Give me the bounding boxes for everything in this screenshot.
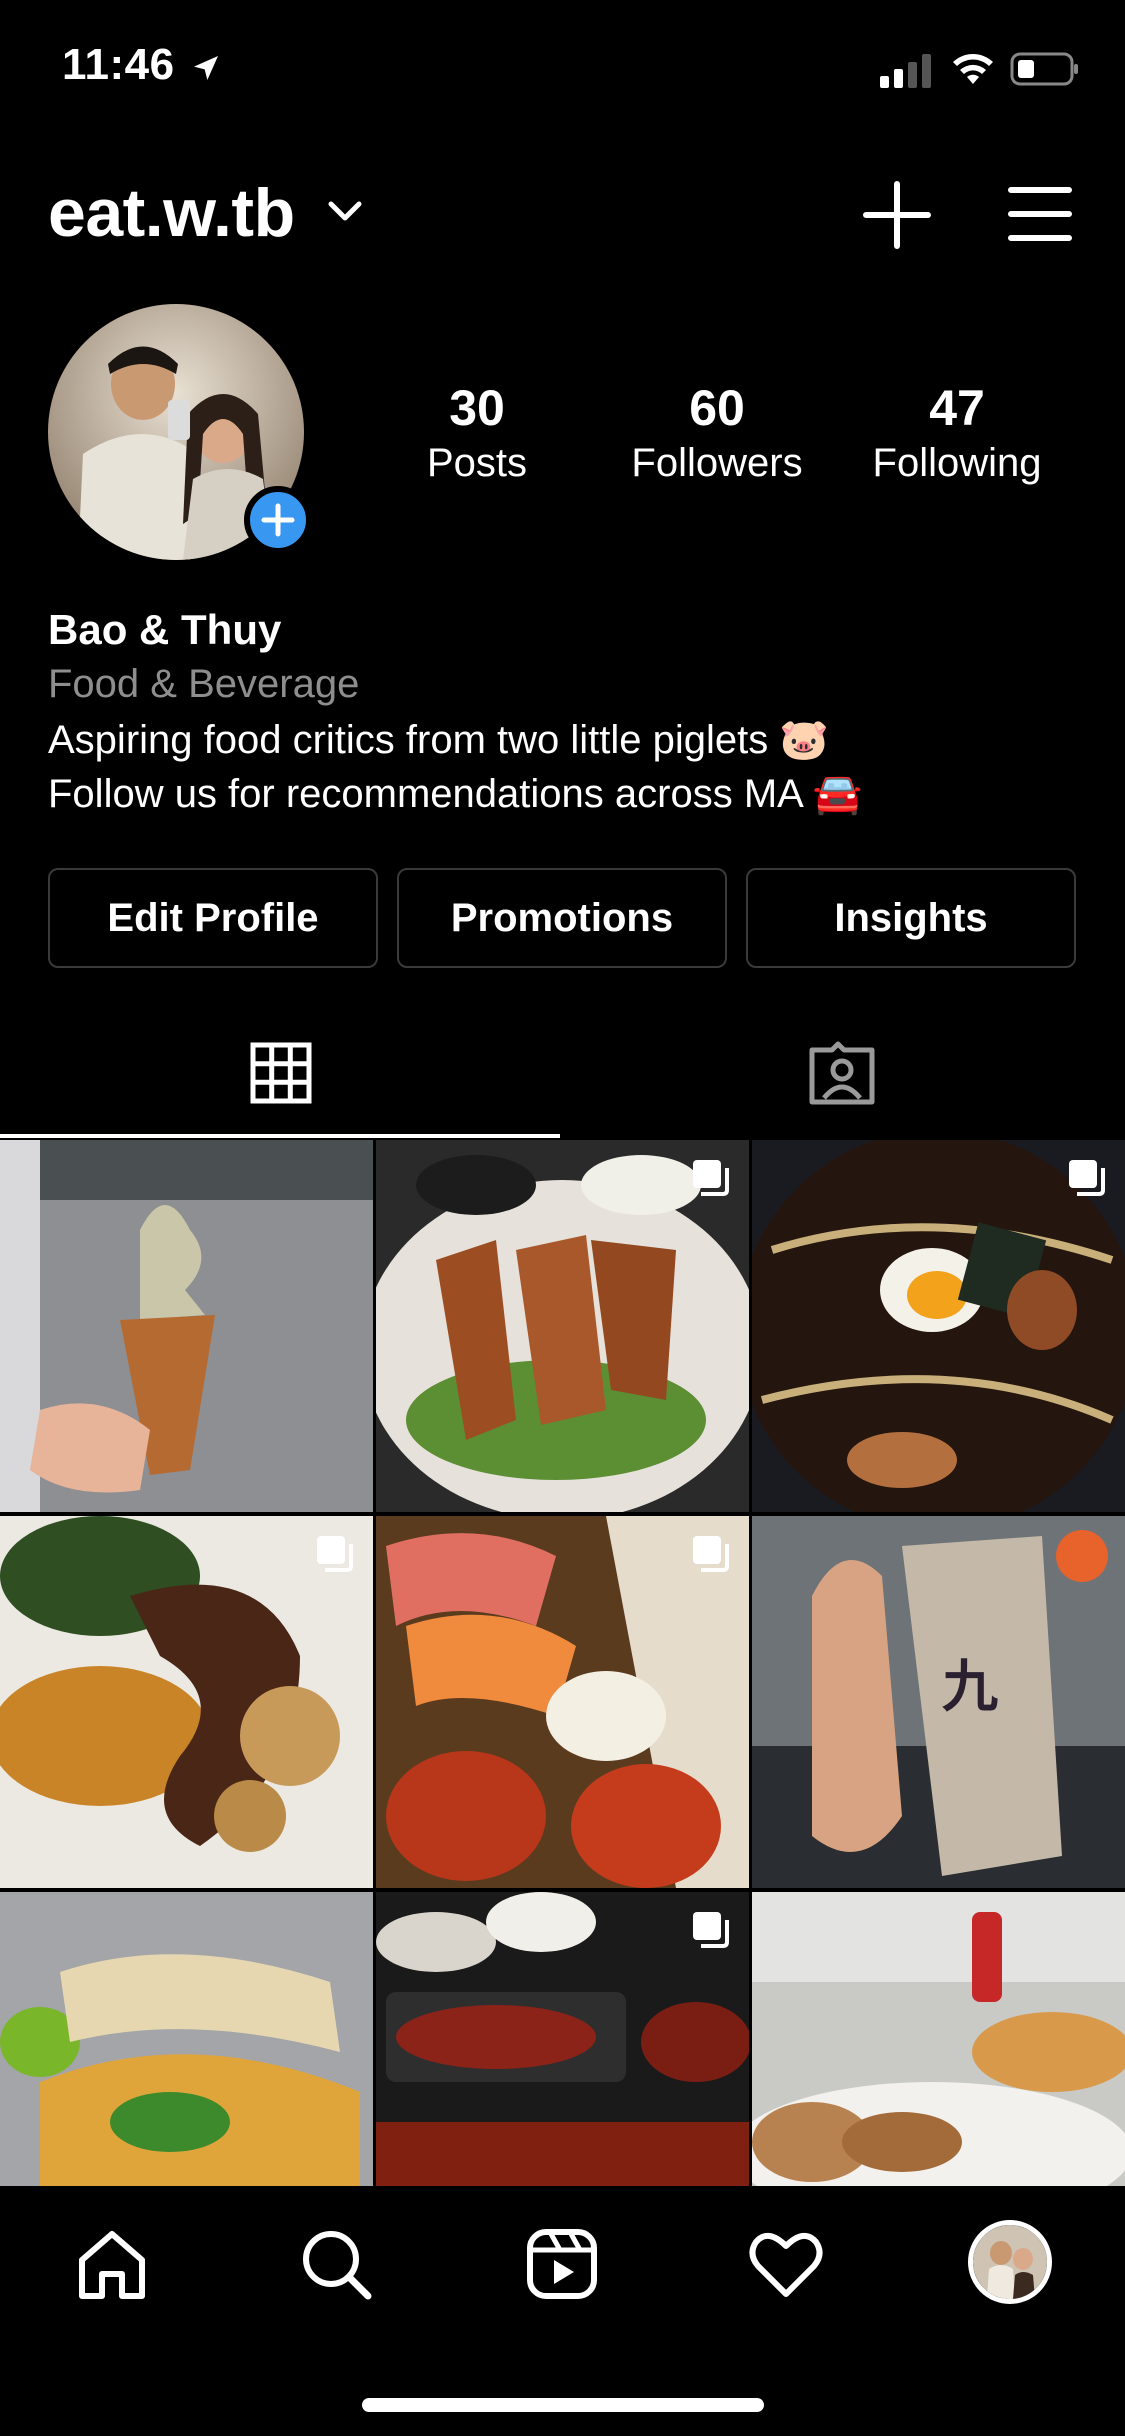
stat-value: 47 [929, 380, 985, 436]
chevron-down-icon[interactable] [328, 200, 362, 222]
grid-icon [250, 1042, 312, 1104]
insights-button[interactable]: Insights [746, 868, 1076, 968]
grid-post[interactable] [0, 1516, 373, 1888]
profile-category: Food & Beverage [48, 662, 360, 706]
multiple-photos-icon [317, 1536, 353, 1572]
add-story-button[interactable] [244, 486, 312, 554]
tagged-icon [809, 1041, 875, 1105]
reels-icon[interactable] [524, 2226, 600, 2302]
stat-posts[interactable]: 30 Posts [367, 378, 587, 488]
stat-value: 30 [449, 380, 505, 436]
multiple-photos-icon [693, 1536, 729, 1572]
grid-post[interactable] [376, 1140, 749, 1512]
grid-post[interactable] [376, 1516, 749, 1888]
battery-icon [1010, 52, 1078, 86]
multiple-photos-icon [693, 1912, 729, 1948]
location-arrow-icon [194, 56, 218, 80]
status-time: 11:46 [62, 40, 175, 89]
grid-post[interactable] [752, 1892, 1125, 2186]
menu-icon[interactable] [1008, 185, 1072, 243]
stat-label: Posts [426, 441, 528, 485]
signal-icon [880, 54, 931, 88]
tab-tagged[interactable] [562, 1020, 1125, 1140]
grid-post[interactable] [752, 1140, 1125, 1512]
profile-tab-avatar[interactable] [968, 2220, 1052, 2304]
promotions-button[interactable]: Promotions [397, 868, 727, 968]
grid-post[interactable]: 九 [752, 1516, 1125, 1888]
grid-post[interactable] [0, 1140, 373, 1512]
stat-label: Following [872, 441, 1042, 485]
account-username[interactable]: eat.w.tb [48, 174, 295, 252]
edit-profile-button[interactable]: Edit Profile [48, 868, 378, 968]
multiple-photos-icon [1069, 1160, 1105, 1196]
grid-post[interactable] [376, 1892, 749, 2186]
multiple-photos-icon [693, 1160, 729, 1196]
plus-icon [261, 503, 295, 537]
stat-value: 60 [689, 380, 745, 436]
home-indicator [362, 2398, 764, 2412]
bio-line: Aspiring food critics from two little pi… [48, 718, 830, 762]
search-icon[interactable] [298, 2226, 374, 2302]
stat-followers[interactable]: 60 Followers [607, 378, 827, 488]
svg-text:九: 九 [942, 1655, 998, 1720]
plus-icon[interactable] [862, 180, 932, 250]
active-tab-indicator [0, 1134, 560, 1138]
grid-post[interactable] [0, 1892, 373, 2186]
bio-line: Follow us for recommendations across MA … [48, 772, 863, 816]
display-name: Bao & Thuy [48, 606, 282, 653]
heart-icon[interactable] [748, 2226, 824, 2302]
stat-following[interactable]: 47 Following [847, 378, 1067, 488]
tab-grid[interactable] [0, 1020, 560, 1140]
home-icon[interactable] [74, 2226, 150, 2302]
stat-label: Followers [631, 441, 803, 485]
wifi-icon [953, 54, 993, 84]
